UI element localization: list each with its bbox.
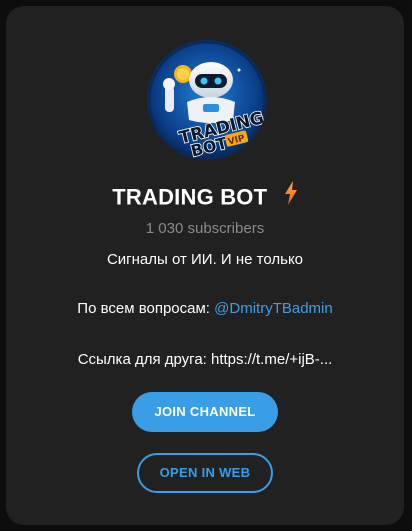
channel-avatar: TRADING BOT VIP: [147, 40, 267, 160]
join-channel-button[interactable]: JOIN CHANNEL: [132, 392, 278, 432]
page-background: TRADING BOT VIP TRADING BOT 1 030 subscr…: [0, 0, 412, 531]
description-line-2: По всем вопросам: @DmitryTBadmin: [6, 300, 404, 317]
open-in-web-button[interactable]: OPEN IN WEB: [137, 453, 273, 493]
robot-avatar-image: TRADING BOT VIP: [147, 40, 267, 160]
description-line-2-prefix: По всем вопросам:: [77, 300, 215, 317]
lightning-bolt-icon: [284, 181, 298, 210]
channel-title: TRADING BOT: [112, 184, 268, 210]
channel-card: TRADING BOT VIP TRADING BOT 1 030 subscr…: [6, 6, 404, 525]
description-line-3: Ссылка для друга: https://t.me/+ijB-...: [77, 351, 333, 368]
description-line-1: Сигналы от ИИ. И не только: [106, 251, 304, 268]
subscriber-count: 1 030 subscribers: [145, 220, 265, 237]
admin-link[interactable]: @DmitryTBadmin: [214, 300, 333, 317]
channel-title-row: TRADING BOT: [6, 181, 404, 212]
